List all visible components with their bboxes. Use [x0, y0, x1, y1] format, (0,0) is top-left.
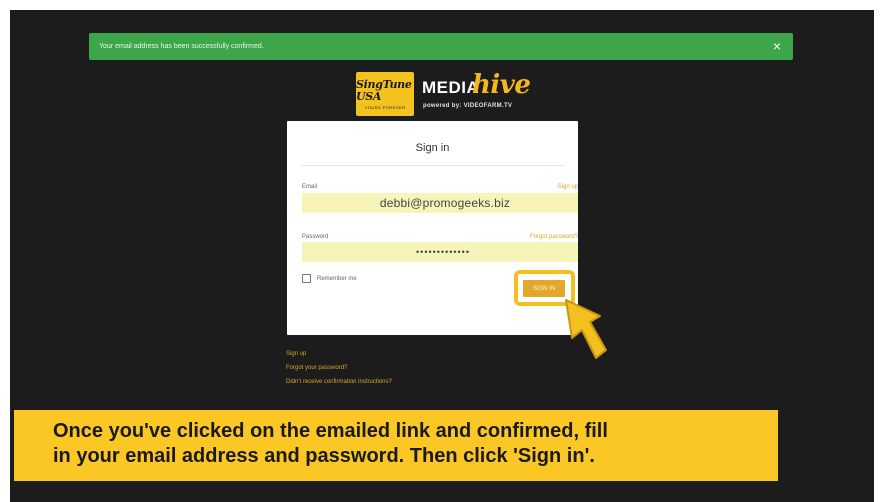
- remember-checkbox[interactable]: [302, 274, 311, 283]
- mediahive-logo: SingTune USA YOURS FOREVER MEDIA hive po…: [356, 70, 556, 126]
- tutorial-caption: Once you've clicked on the emailed link …: [14, 410, 778, 481]
- signup-link[interactable]: Sign up: [558, 184, 578, 190]
- flash-banner: Your email address has been successfully…: [89, 33, 793, 60]
- logo-badge-text: SingTune USA: [356, 77, 412, 103]
- title-divider: [302, 165, 564, 166]
- caption-line-2: in your email address and password. Then…: [53, 445, 595, 467]
- remember-me[interactable]: Remember me: [302, 274, 357, 283]
- logo-badge: SingTune USA YOURS FOREVER: [356, 72, 414, 116]
- email-field[interactable]: [302, 193, 578, 213]
- bottom-signup-link[interactable]: Sign up: [286, 351, 306, 357]
- password-field[interactable]: [302, 242, 578, 262]
- bottom-forgot-link[interactable]: Forgot your password?: [286, 365, 347, 371]
- logo-badge-subtext: YOURS FOREVER: [364, 104, 406, 110]
- video-frame: Your email address has been successfully…: [10, 10, 874, 502]
- email-label: Email: [302, 184, 318, 190]
- flash-message: Your email address has been successfully…: [99, 43, 264, 50]
- signin-title: Sign in: [415, 142, 450, 154]
- password-label: Password: [302, 234, 329, 240]
- logo-hive-text: hive: [472, 70, 531, 100]
- bottom-confirm-link[interactable]: Didn't receive confirmation instructions…: [286, 379, 392, 385]
- logo-powered-by: powered by: VIDEOFARM.TV: [423, 103, 513, 109]
- signin-card: Sign in Email Sign up Password Forgot pa…: [287, 121, 578, 335]
- pointer-arrow-icon: [565, 299, 607, 359]
- forgot-password-link[interactable]: Forgot password?: [530, 234, 578, 240]
- signin-button[interactable]: SIGN IN: [523, 280, 565, 297]
- close-icon[interactable]: ×: [769, 38, 785, 54]
- remember-label: Remember me: [317, 275, 357, 282]
- caption-line-1: Once you've clicked on the emailed link …: [53, 420, 608, 442]
- logo-media-text: MEDIA: [422, 78, 480, 97]
